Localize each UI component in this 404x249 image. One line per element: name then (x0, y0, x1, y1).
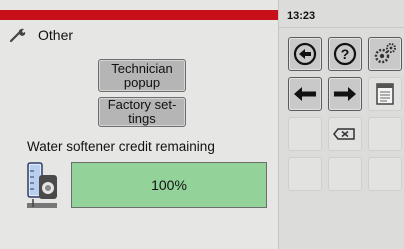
empty-key (288, 117, 322, 151)
arrow-right-button[interactable] (328, 77, 362, 111)
water-softener-icon (27, 162, 57, 208)
main-panel: Other Technician popup Factory set-tings… (0, 0, 278, 249)
divider (279, 27, 404, 28)
help-icon: ? (333, 42, 357, 66)
softener-credit-label: Water softener credit remaining (27, 139, 215, 154)
clock: 13:23 (287, 10, 316, 22)
softener-credit-value: 100% (151, 177, 187, 193)
page-header: Other (8, 26, 73, 44)
wrench-icon (9, 28, 26, 43)
arrow-left-button[interactable] (288, 77, 322, 111)
settings-button[interactable] (368, 37, 402, 71)
back-button[interactable] (288, 37, 322, 71)
back-circle-icon (293, 42, 317, 66)
keypad-panel: 13:23 ? (278, 0, 404, 249)
empty-key (288, 157, 322, 191)
arrow-left-icon (294, 87, 316, 101)
screen: Other Technician popup Factory set-tings… (0, 0, 404, 249)
svg-text:?: ? (341, 46, 350, 62)
backspace-icon (333, 128, 355, 140)
arrow-right-icon (334, 87, 356, 101)
empty-key (368, 117, 402, 151)
factory-settings-button[interactable]: Factory set-tings (98, 97, 186, 127)
softener-credit-bar: 100% (71, 162, 267, 208)
document-button[interactable] (368, 77, 402, 111)
empty-key (328, 157, 362, 191)
header-accent-bar (0, 10, 278, 20)
document-icon (376, 83, 394, 105)
page-title: Other (38, 27, 74, 43)
empty-key (368, 157, 402, 191)
backspace-button[interactable] (328, 117, 362, 151)
help-button[interactable]: ? (328, 37, 362, 71)
technician-popup-button[interactable]: Technician popup (98, 59, 186, 92)
settings-gears-icon (374, 43, 396, 64)
